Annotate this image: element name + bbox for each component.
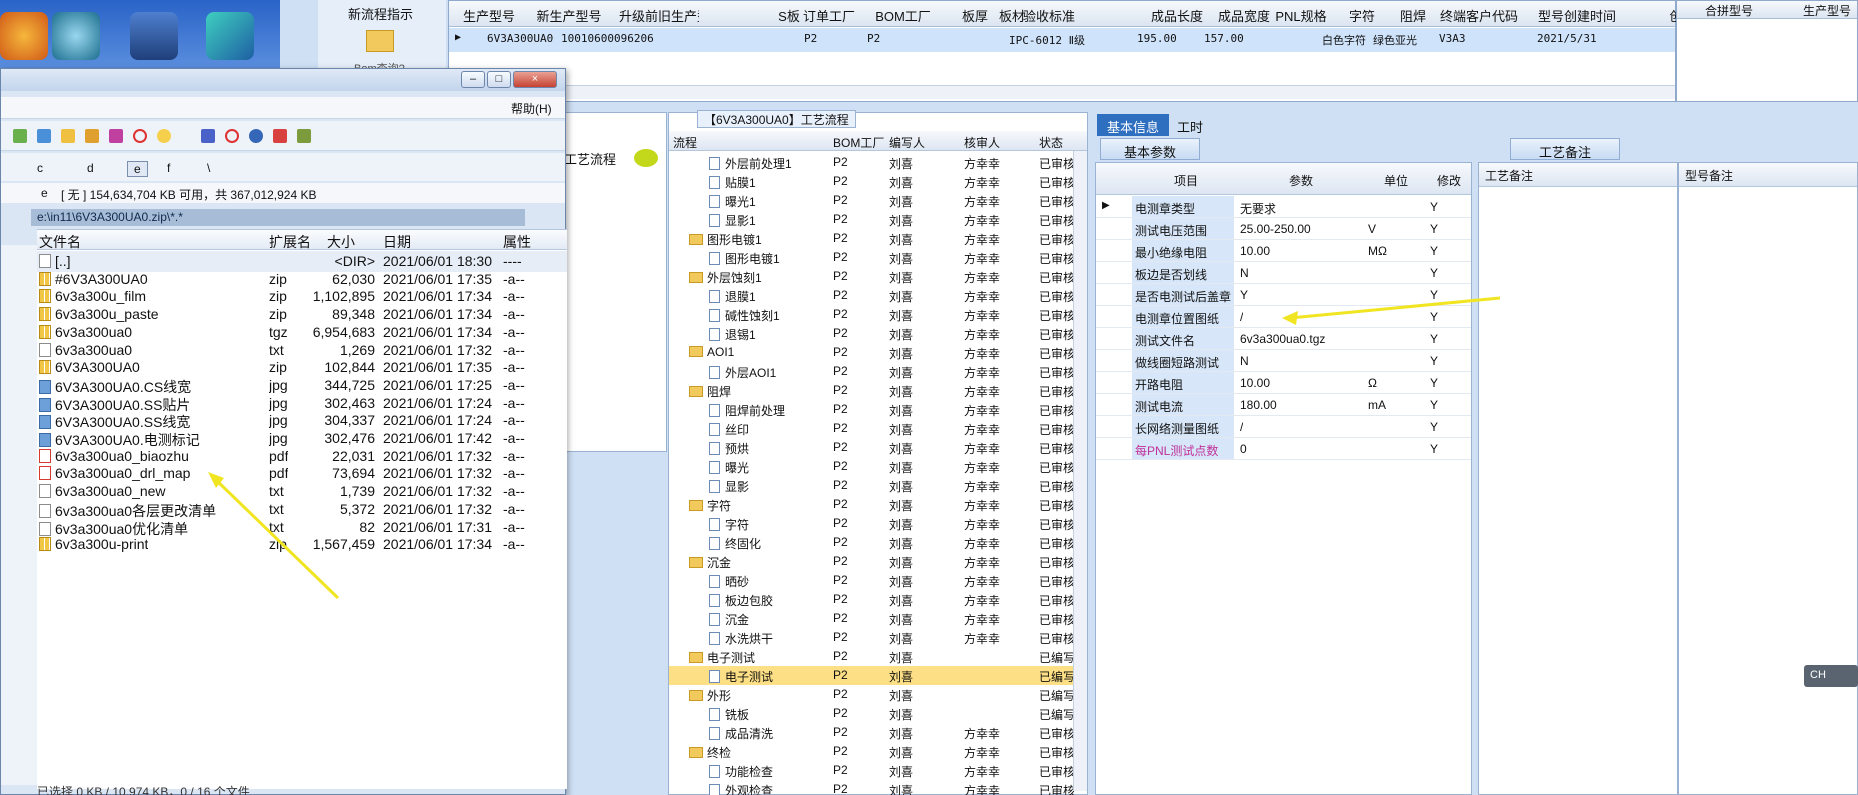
annotation-arrows: [208, 296, 1501, 600]
arrow-params-head: [1282, 311, 1298, 325]
arrow-files: [212, 476, 340, 600]
arrow-params: [1289, 296, 1501, 320]
